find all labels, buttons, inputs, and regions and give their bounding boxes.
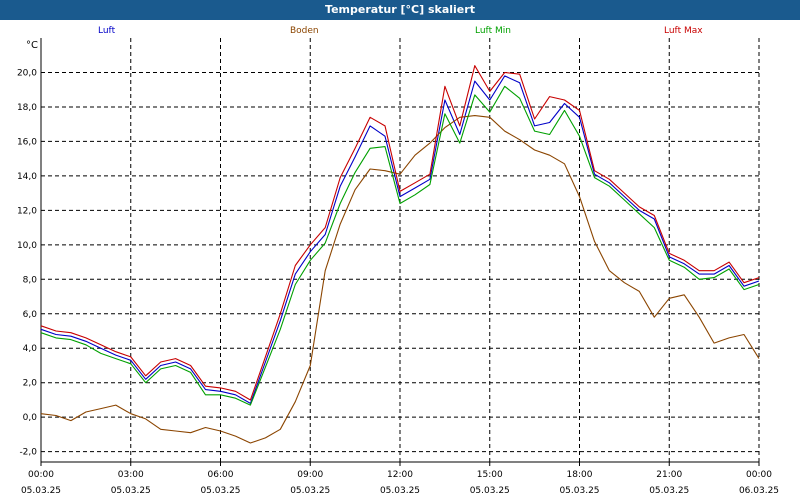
x-tick-date: 05.03.25 [380, 486, 420, 496]
y-tick-labels: -2,0 0,0 2,0 4,0 6,0 8,0 10,0 12,0 14,0 16,0 18,0 2… [17, 68, 37, 457]
x-tick-time: 00:00 [28, 470, 54, 480]
x-tick-time: 06:00 [208, 470, 234, 480]
x-tick-date: 05.03.25 [111, 486, 151, 496]
y-tick-label: -2,0 [19, 448, 37, 458]
x-tick-date: 05.03.25 [200, 486, 240, 496]
x-tick-time: 09:00 [297, 470, 323, 480]
x-tick-date: 05.03.25 [290, 486, 330, 496]
y-tick-label: 8,0 [23, 275, 38, 285]
y-tick-label: 0,0 [23, 413, 38, 423]
x-tick-time: 18:00 [567, 470, 593, 480]
y-tick-label: 6,0 [23, 310, 38, 320]
x-tick-date: 05.03.25 [21, 486, 61, 496]
x-tick-time: 12:00 [387, 470, 413, 480]
x-tick-date: 06.03.25 [739, 486, 779, 496]
x-tick-time: 03:00 [118, 470, 144, 480]
temperature-chart: -2,0 0,0 2,0 4,0 6,0 8,0 10,0 12,0 14,0 16,0 18,0 2… [17, 38, 779, 496]
y-tick-label: 10,0 [17, 241, 37, 251]
y-tick-label: 2,0 [23, 379, 38, 389]
x-tick-time: 00:00 [746, 470, 772, 480]
grid-lines [40, 38, 760, 462]
x-tick-date: 05.03.25 [559, 486, 599, 496]
x-tick-time: 21:00 [656, 470, 682, 480]
y-tick-label: 4,0 [23, 344, 38, 354]
x-tick-date: 05.03.25 [649, 486, 689, 496]
y-tick-label: 18,0 [17, 103, 37, 113]
x-tick-date: 05.03.25 [470, 486, 510, 496]
y-tick-label: 16,0 [17, 137, 37, 147]
y-tick-label: 14,0 [17, 172, 37, 182]
y-tick-label: 20,0 [17, 68, 37, 78]
x-tick-labels: 00:00 05.03.25 03:00 05.03.25 06:00 05.03.25 0… [21, 470, 779, 496]
x-tick-time: 15:00 [477, 470, 503, 480]
series-line-luft-min [40, 85, 760, 406]
y-tick-label: 12,0 [17, 206, 37, 216]
